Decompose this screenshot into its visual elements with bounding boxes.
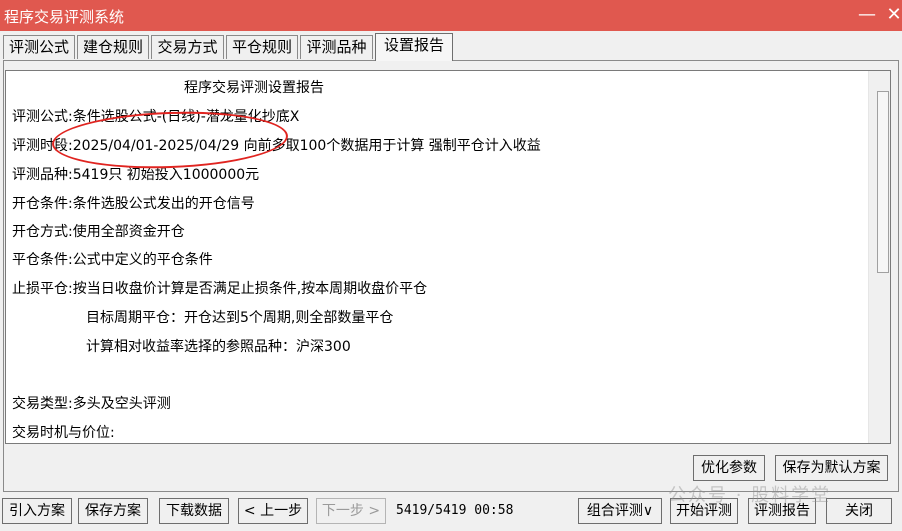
report-value: 目标周期平仓：开仓达到5个周期,则全部数量平仓 [86,310,394,326]
tab-formula[interactable]: 评测公式 [3,35,75,59]
save-default-button[interactable]: 保存为默认方案 [775,455,888,481]
combo-test-label: 组合评测 [586,503,643,519]
report-value: 公式中定义的平仓条件 [72,252,213,268]
start-test-button[interactable]: 开始评测 [670,498,738,524]
report-value: 条件选股公式-(日线)-潜龙量化抄底X [72,109,300,125]
optimize-params-button[interactable]: 优化参数 [693,455,765,481]
close-button[interactable]: 关闭 [826,498,892,524]
report-line-target-period: 目标周期平仓：开仓达到5个周期,则全部数量平仓 [86,307,393,327]
download-data-button[interactable]: 下载数据 [159,498,229,524]
close-window-button[interactable]: ✕ [882,3,902,27]
report-label: 开仓方式: [12,224,73,240]
tab-open-rules[interactable]: 建仓规则 [77,35,149,59]
tab-strip: 评测公式 建仓规则 交易方式 平仓规则 评测品种 设置报告 [0,31,902,61]
report-value: 使用全部资金开仓 [72,224,185,240]
tab-test-symbols[interactable]: 评测品种 [300,35,373,59]
report-line-open-condition: 开仓条件:条件选股公式发出的开仓信号 [12,193,255,213]
tab-close-rules[interactable]: 平仓规则 [226,35,298,59]
report-line-close-condition: 平仓条件:公式中定义的平仓条件 [12,249,213,269]
report-line-symbols: 评测品种:5419只 初始投入1000000元 [12,164,259,184]
report-label: 评测公式: [12,109,73,125]
report-label: 评测时段: [12,138,73,154]
title-bar: 程序交易评测系统 — ✕ [0,0,902,31]
report-label: 交易类型: [12,396,73,412]
report-value: 条件选股公式发出的开仓信号 [72,196,255,212]
report-label: 开仓条件: [12,196,73,212]
chevron-down-icon: ∨ [642,503,654,519]
progress-status: 5419/5419 00:58 [396,503,514,518]
report-label: 评测品种: [12,167,73,183]
report-value: 按当日收盘价计算是否满足止损条件,按本周期收盘价平仓 [72,281,428,297]
report-value: 计算相对收益率选择的参照品种：沪深300 [86,339,351,355]
combo-test-dropdown[interactable]: 组合评测∨ [578,498,662,524]
report-line-open-mode: 开仓方式:使用全部资金开仓 [12,221,185,241]
next-step-button[interactable]: 下一步 > [316,498,386,524]
report-value: 多头及空头评测 [72,396,171,412]
report-line-formula: 评测公式:条件选股公式-(日线)-潜龙量化抄底X [12,106,299,126]
report-textarea[interactable]: 程序交易评测设置报告 评测公式:条件选股公式-(日线)-潜龙量化抄底X 评测时段… [5,70,891,444]
import-plan-button[interactable]: 引入方案 [2,498,72,524]
minimize-button[interactable]: — [855,3,879,27]
save-plan-button[interactable]: 保存方案 [78,498,148,524]
report-line-benchmark: 计算相对收益率选择的参照品种：沪深300 [86,336,351,356]
report-line-trade-timing: 交易时机与价位: [12,422,115,442]
tab-report-settings[interactable]: 设置报告 [375,33,453,61]
report-line-trade-type: 交易类型:多头及空头评测 [12,393,171,413]
report-value: 2025/04/01-2025/04/29 向前多取100个数据用于计算 强制平… [72,138,541,154]
window-title: 程序交易评测系统 [4,8,125,26]
scrollbar-thumb[interactable] [877,91,889,273]
report-label: 止损平仓: [12,281,73,297]
report-line-period: 评测时段:2025/04/01-2025/04/29 向前多取100个数据用于计… [12,135,541,155]
report-title: 程序交易评测设置报告 [184,80,324,96]
tab-trade-mode[interactable]: 交易方式 [151,35,224,59]
report-label: 平仓条件: [12,252,73,268]
test-report-button[interactable]: 评测报告 [748,498,816,524]
prev-step-button[interactable]: < 上一步 [238,498,308,524]
report-line-stop-loss: 止损平仓:按当日收盘价计算是否满足止损条件,按本周期收盘价平仓 [12,278,427,298]
report-value: 5419只 初始投入1000000元 [72,167,260,183]
report-label: 交易时机与价位: [12,425,115,441]
report-scrollbar[interactable] [868,71,890,443]
